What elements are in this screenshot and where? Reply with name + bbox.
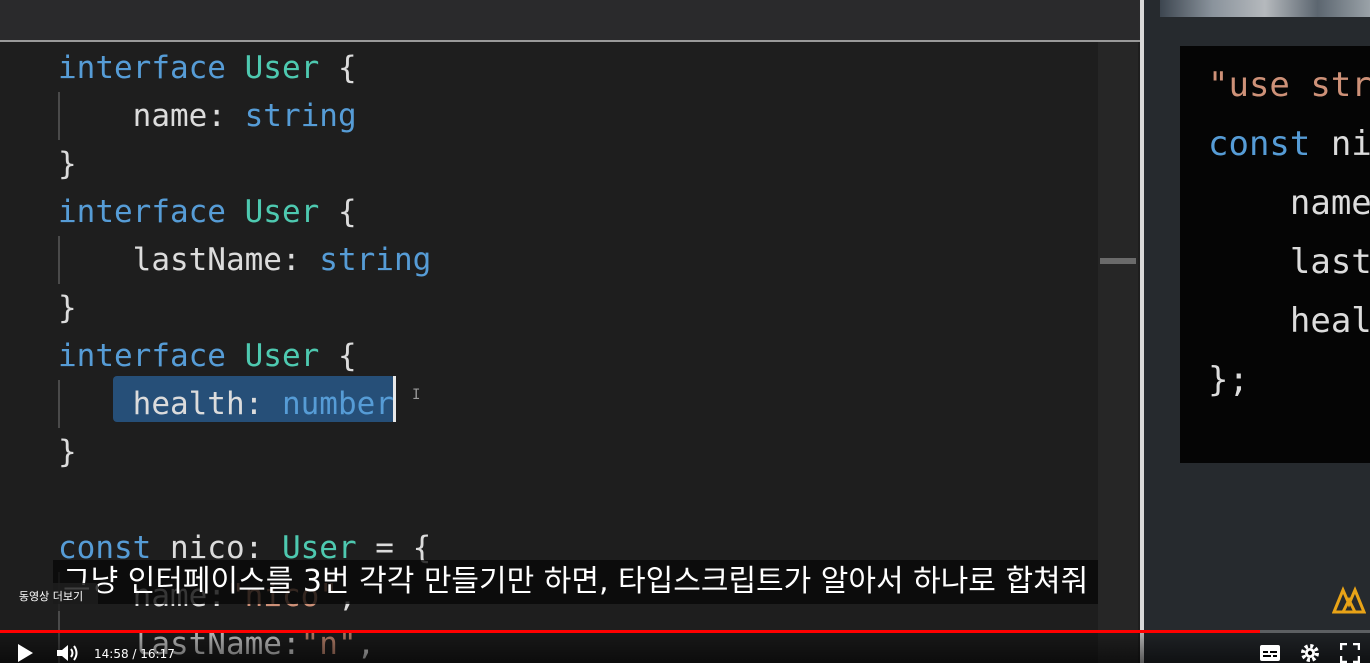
console-line: const ni — [1208, 115, 1370, 174]
code-token: interface — [58, 194, 245, 230]
console-line: }; — [1208, 351, 1370, 410]
code-token: health — [58, 386, 245, 422]
console-line: last — [1208, 233, 1370, 292]
code-token: ni — [1330, 124, 1370, 164]
code-token: : — [244, 386, 282, 422]
console-line: name — [1208, 174, 1370, 233]
code-token: } — [58, 434, 77, 470]
code-token: User — [244, 338, 320, 374]
code-token: lastName — [58, 242, 282, 278]
editor-line: interface User { — [58, 44, 431, 92]
code-token: "use str — [1208, 65, 1370, 105]
code-token: number — [281, 386, 394, 422]
channel-logo-icon[interactable] — [1332, 586, 1366, 614]
scrollbar-thumb[interactable] — [1100, 258, 1136, 264]
compiled-output-panel: "use str const ni name last heal}; — [1180, 46, 1370, 463]
code-token: string — [319, 242, 432, 278]
more-videos-button[interactable]: 동영상 더보기 — [4, 583, 98, 611]
play-icon[interactable] — [16, 643, 34, 663]
console-line: "use str — [1208, 56, 1370, 115]
code-token: const — [1208, 124, 1331, 164]
code-token: User — [244, 194, 320, 230]
indent-guide — [58, 380, 60, 428]
code-token: { — [319, 338, 357, 374]
code-token: string — [244, 98, 357, 134]
time-display: 14:58 / 16:17 — [94, 647, 175, 661]
editor-tab-bar — [0, 0, 1140, 42]
settings-icon[interactable] — [1300, 643, 1320, 663]
text-cursor — [393, 376, 396, 422]
subtitles-icon[interactable] — [1260, 645, 1280, 661]
console-line: heal — [1208, 292, 1370, 351]
code-token: last — [1208, 242, 1370, 282]
code-token: }; — [1208, 360, 1249, 400]
code-token: interface — [58, 50, 245, 86]
code-token: : — [207, 98, 245, 134]
indent-guide — [58, 92, 60, 140]
code-token: { — [319, 50, 357, 86]
editor-line: } — [58, 428, 431, 476]
code-token: } — [58, 290, 77, 326]
editor-line: name: string — [58, 92, 431, 140]
editor-scrollbar[interactable] — [1098, 42, 1138, 663]
editor-line: } — [58, 284, 431, 332]
code-token: User — [244, 50, 320, 86]
fullscreen-icon[interactable] — [1340, 643, 1360, 663]
code-token: } — [58, 146, 77, 182]
volume-icon[interactable] — [56, 643, 80, 663]
subtitle-caption: 그냥 인터페이스를 3번 각각 만들기만 하면, 타입스크립트가 알아서 하나로… — [53, 560, 1099, 604]
player-controls: 14:58 / 16:17 — [0, 633, 1370, 663]
editor-line: health: number — [58, 380, 431, 428]
editor-line: } — [58, 140, 431, 188]
editor-line: interface User { — [58, 188, 431, 236]
code-token: name — [58, 98, 208, 134]
video-frame[interactable]: interface User { name: string} interface … — [0, 0, 1370, 663]
code-token: name — [1208, 183, 1370, 223]
code-token: interface — [58, 338, 245, 374]
compiled-code: "use str const ni name last heal}; — [1208, 56, 1370, 410]
webcam-overlay — [1160, 0, 1370, 17]
editor-line: interface User { — [58, 332, 431, 380]
ibeam-cursor-icon: I — [412, 387, 421, 403]
indent-guide — [58, 236, 60, 284]
editor-line: lastName: string — [58, 236, 432, 284]
code-token: : — [281, 242, 320, 278]
code-token: heal — [1208, 301, 1370, 341]
code-token: { — [319, 194, 357, 230]
